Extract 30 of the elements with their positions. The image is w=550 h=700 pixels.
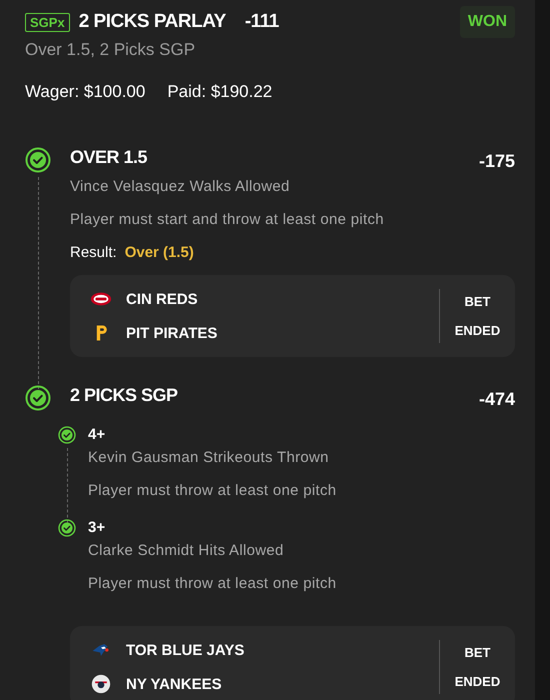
pick-rule: Player must throw at least one pitch: [88, 575, 336, 592]
leg-title: 2 PICKS SGP: [70, 385, 178, 406]
team-name: TOR BLUE JAYS: [126, 642, 244, 658]
wager-amount: Wager: $100.00: [25, 82, 146, 102]
game-status: BET: [464, 645, 490, 660]
pick-description: Kevin Gausman Strikeouts Thrown: [88, 449, 330, 466]
bet-title: 2 PICKS PARLAY: [78, 11, 226, 33]
game-status: ENDED: [454, 323, 500, 338]
pick-rule: Player must throw at least one pitch: [88, 482, 336, 499]
bet-odds: -111: [244, 11, 279, 33]
leg-odds: -474: [478, 389, 515, 410]
game-status: BET: [464, 294, 490, 309]
pick-title: 3+: [88, 519, 106, 536]
paid-amount: Paid: $190.22: [167, 82, 272, 102]
leg-odds: -175: [478, 151, 515, 172]
pick-title: 4+: [88, 426, 106, 443]
leg-rule: Player must start and throw at least one pitch: [70, 211, 385, 228]
result-value: Over (1.5): [124, 244, 194, 261]
team-name: CIN REDS: [126, 290, 198, 308]
sgpx-badge: SGPx: [25, 12, 70, 32]
team-logo-icon: [90, 674, 112, 694]
leg-title: OVER 1.5: [70, 147, 148, 168]
bet-subtitle: Over 1.5, 2 Picks SGP: [25, 40, 196, 60]
result-label: Result:: [70, 244, 117, 261]
pick-description: Clarke Schmidt Hits Allowed: [88, 542, 285, 559]
team-name: PIT PIRATES: [126, 324, 218, 342]
team-name: NY YANKEES: [126, 676, 222, 692]
game-status: ENDED: [454, 674, 500, 689]
leg-description: Vince Velasquez Walks Allowed: [70, 178, 291, 195]
status-badge: WON: [460, 6, 515, 38]
